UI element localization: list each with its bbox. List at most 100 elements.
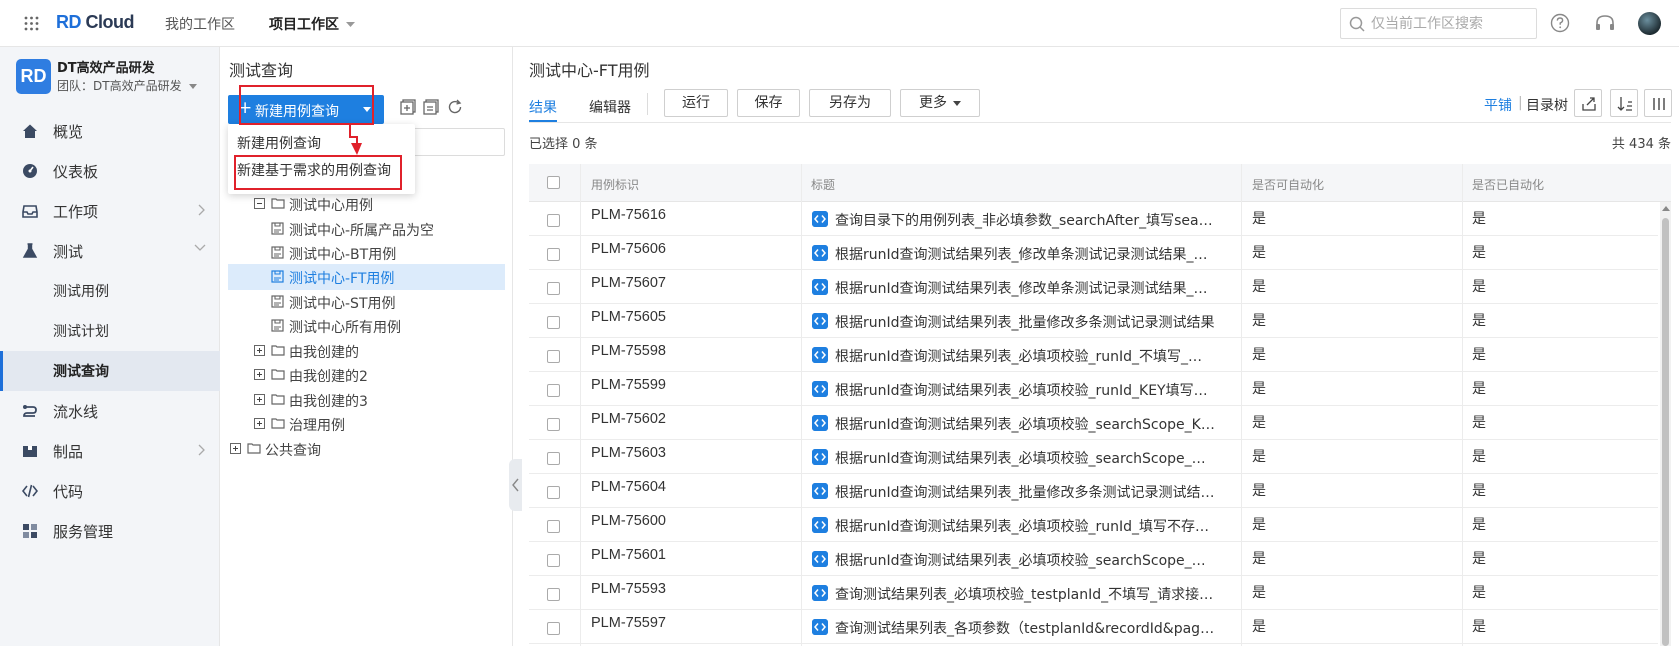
more-button[interactable]: 更多 xyxy=(900,89,980,117)
row-checkbox[interactable] xyxy=(547,486,560,499)
case-title[interactable]: 根据runId查询测试结果列表_修改单条测试记录测试结果_成功 xyxy=(835,244,1215,264)
table-row[interactable]: PLM-75602 根据runId查询测试结果列表_必填项校验_searchSco… xyxy=(529,406,1658,440)
case-title[interactable]: 根据runId查询测试结果列表_必填项校验_runId_不填写_请求失败 xyxy=(835,346,1215,366)
case-title[interactable]: 根据runId查询测试结果列表_必填项校验_searchScope_填写不存在的… xyxy=(835,448,1215,468)
case-id[interactable]: PLM-75607 xyxy=(591,275,666,291)
sidebar-item-artifacts[interactable]: 制品 xyxy=(0,431,220,471)
case-id[interactable]: PLM-75599 xyxy=(591,377,666,393)
tree-node-created-by-me-3[interactable]: 由我创建的3 xyxy=(228,387,505,413)
row-checkbox[interactable] xyxy=(547,418,560,431)
table-row[interactable]: PLM-75603 根据runId查询测试结果列表_必填项校验_searchSco… xyxy=(529,440,1658,474)
case-title[interactable]: 根据runId查询测试结果列表_必填项校验_runId_KEY填写错误 xyxy=(835,380,1215,400)
row-checkbox[interactable] xyxy=(547,520,560,533)
table-scrollbar[interactable] xyxy=(1660,202,1671,646)
row-checkbox[interactable] xyxy=(547,350,560,363)
case-id[interactable]: PLM-75604 xyxy=(591,479,666,495)
tree-node-all-cases[interactable]: 测试中心所有用例 xyxy=(228,313,505,339)
table-row[interactable]: PLM-75604 根据runId查询测试结果列表_批量修改多条测试记录测试结果失… xyxy=(529,474,1658,508)
row-checkbox[interactable] xyxy=(547,316,560,329)
add-folder-icon[interactable] xyxy=(400,99,416,115)
case-title[interactable]: 根据runId查询测试结果列表_批量修改多条测试记录测试结果失败 xyxy=(835,482,1215,502)
row-checkbox[interactable] xyxy=(547,384,560,397)
collapse-toggle-icon[interactable] xyxy=(254,198,265,209)
case-id[interactable]: PLM-75598 xyxy=(591,343,666,359)
row-checkbox[interactable] xyxy=(547,554,560,567)
tab-editor[interactable]: 编辑器 xyxy=(589,97,631,117)
table-row[interactable]: PLM-75598 根据runId查询测试结果列表_必填项校验_runId_不填写… xyxy=(529,338,1658,372)
table-row[interactable]: PLM-75593 查询测试结果列表_必填项校验_testplanId_不填写_请… xyxy=(529,576,1658,610)
sidebar-item-test[interactable]: 测试 xyxy=(0,231,220,271)
expand-toggle-icon[interactable] xyxy=(254,394,265,405)
nav-my-workspace[interactable]: 我的工作区 xyxy=(165,14,235,34)
column-header-automated[interactable]: 是否已自动化 xyxy=(1472,176,1544,193)
tree-node-st-cases[interactable]: 测试中心-ST用例 xyxy=(228,289,505,315)
case-id[interactable]: PLM-75605 xyxy=(591,309,666,325)
run-button[interactable]: 运行 xyxy=(664,89,728,117)
expand-toggle-icon[interactable] xyxy=(254,345,265,356)
expand-toggle-icon[interactable] xyxy=(230,443,241,454)
columns-button[interactable] xyxy=(1644,89,1672,117)
apps-grid-icon[interactable] xyxy=(24,16,39,31)
expand-toggle-icon[interactable] xyxy=(254,418,265,429)
row-checkbox[interactable] xyxy=(547,588,560,601)
case-id[interactable]: PLM-75602 xyxy=(591,411,666,427)
menu-item-new-case-query[interactable]: 新建用例查询 xyxy=(237,133,321,153)
table-row[interactable]: PLM-75605 根据runId查询测试结果列表_批量修改多条测试记录测试结果 是… xyxy=(529,304,1658,338)
team-selector[interactable]: 团队：DT高效产品研发 xyxy=(57,77,198,94)
case-title[interactable]: 查询测试结果列表_必填项校验_testplanId_不填写_请求接口失败 xyxy=(835,584,1215,604)
expand-toggle-icon[interactable] xyxy=(254,369,265,380)
table-row[interactable]: PLM-75606 根据runId查询测试结果列表_修改单条测试记录测试结果_成功… xyxy=(529,236,1658,270)
workspace-search[interactable] xyxy=(1340,8,1537,39)
tree-node-created-by-me[interactable]: 由我创建的 xyxy=(228,338,505,364)
column-header-title[interactable]: 标题 xyxy=(811,176,835,193)
sidebar-item-dashboard[interactable]: 仪表板 xyxy=(0,151,220,191)
nav-project-workspace[interactable]: 项目工作区 xyxy=(269,14,355,34)
case-title[interactable]: 根据runId查询测试结果列表_必填项校验_searchScope_不填写 xyxy=(835,550,1215,570)
refresh-icon[interactable] xyxy=(447,99,463,115)
tree-node-created-by-me-2[interactable]: 由我创建的2 xyxy=(228,362,505,388)
case-title[interactable]: 查询目录下的用例列表_非必填参数_searchAfter_填写searchAft… xyxy=(835,210,1215,230)
case-title[interactable]: 查询测试结果列表_各项参数（testplanId&recordId&pageSi… xyxy=(835,618,1215,638)
table-row[interactable]: PLM-75600 根据runId查询测试结果列表_必填项校验_runId_填写不… xyxy=(529,508,1658,542)
tree-node-no-product[interactable]: 测试中心-所属产品为空 xyxy=(228,216,505,242)
table-row[interactable]: PLM-75597 查询测试结果列表_各项参数（testplanId&record… xyxy=(529,610,1658,644)
headset-icon[interactable] xyxy=(1594,13,1616,33)
tree-node-governance-cases[interactable]: 治理用例 xyxy=(228,411,505,437)
copy-icon[interactable] xyxy=(423,99,439,115)
sidebar-item-test-cases[interactable]: 测试用例 xyxy=(0,271,220,311)
table-row[interactable]: PLM-75601 根据runId查询测试结果列表_必填项校验_searchSco… xyxy=(529,542,1658,576)
tab-results[interactable]: 结果 xyxy=(529,97,557,117)
case-title[interactable]: 根据runId查询测试结果列表_修改单条测试记录测试结果_失败 xyxy=(835,278,1215,298)
sidebar-item-code[interactable]: 代码 xyxy=(0,471,220,511)
case-id[interactable]: PLM-75597 xyxy=(591,615,666,631)
save-as-button[interactable]: 另存为 xyxy=(809,89,891,117)
row-checkbox[interactable] xyxy=(547,282,560,295)
sidebar-item-workitems[interactable]: 工作项 xyxy=(0,191,220,231)
sidebar-item-test-plans[interactable]: 测试计划 xyxy=(0,311,220,351)
column-header-id[interactable]: 用例标识 xyxy=(591,176,639,193)
sidebar-item-test-query[interactable]: 测试查询 xyxy=(0,351,220,391)
sidebar-item-service-management[interactable]: 服务管理 xyxy=(0,511,220,551)
case-id[interactable]: PLM-75603 xyxy=(591,445,666,461)
view-flat[interactable]: 平铺 xyxy=(1484,95,1512,115)
user-avatar[interactable] xyxy=(1638,12,1661,35)
row-checkbox[interactable] xyxy=(547,452,560,465)
sidebar-item-overview[interactable]: 概览 xyxy=(0,111,220,151)
row-checkbox[interactable] xyxy=(547,622,560,635)
case-title[interactable]: 根据runId查询测试结果列表_必填项校验_searchScope_KEY填写错… xyxy=(835,414,1215,434)
sidebar-item-pipeline[interactable]: 流水线 xyxy=(0,391,220,431)
row-checkbox[interactable] xyxy=(547,214,560,227)
export-button[interactable] xyxy=(1574,89,1602,117)
help-icon[interactable] xyxy=(1550,13,1570,33)
scroll-up-icon[interactable] xyxy=(1662,206,1670,211)
search-input[interactable] xyxy=(1371,13,1531,35)
panel-collapse-handle[interactable] xyxy=(509,459,522,511)
row-checkbox[interactable] xyxy=(547,248,560,261)
save-button[interactable]: 保存 xyxy=(737,89,800,117)
tree-node-public-queries[interactable]: 公共查询 xyxy=(228,436,505,462)
scroll-thumb[interactable] xyxy=(1662,218,1669,646)
case-title[interactable]: 根据runId查询测试结果列表_批量修改多条测试记录测试结果 xyxy=(835,312,1215,332)
case-id[interactable]: PLM-75593 xyxy=(591,581,666,597)
tree-node-ft-cases[interactable]: 测试中心-FT用例 xyxy=(228,264,505,290)
case-id[interactable]: PLM-75616 xyxy=(591,207,666,223)
